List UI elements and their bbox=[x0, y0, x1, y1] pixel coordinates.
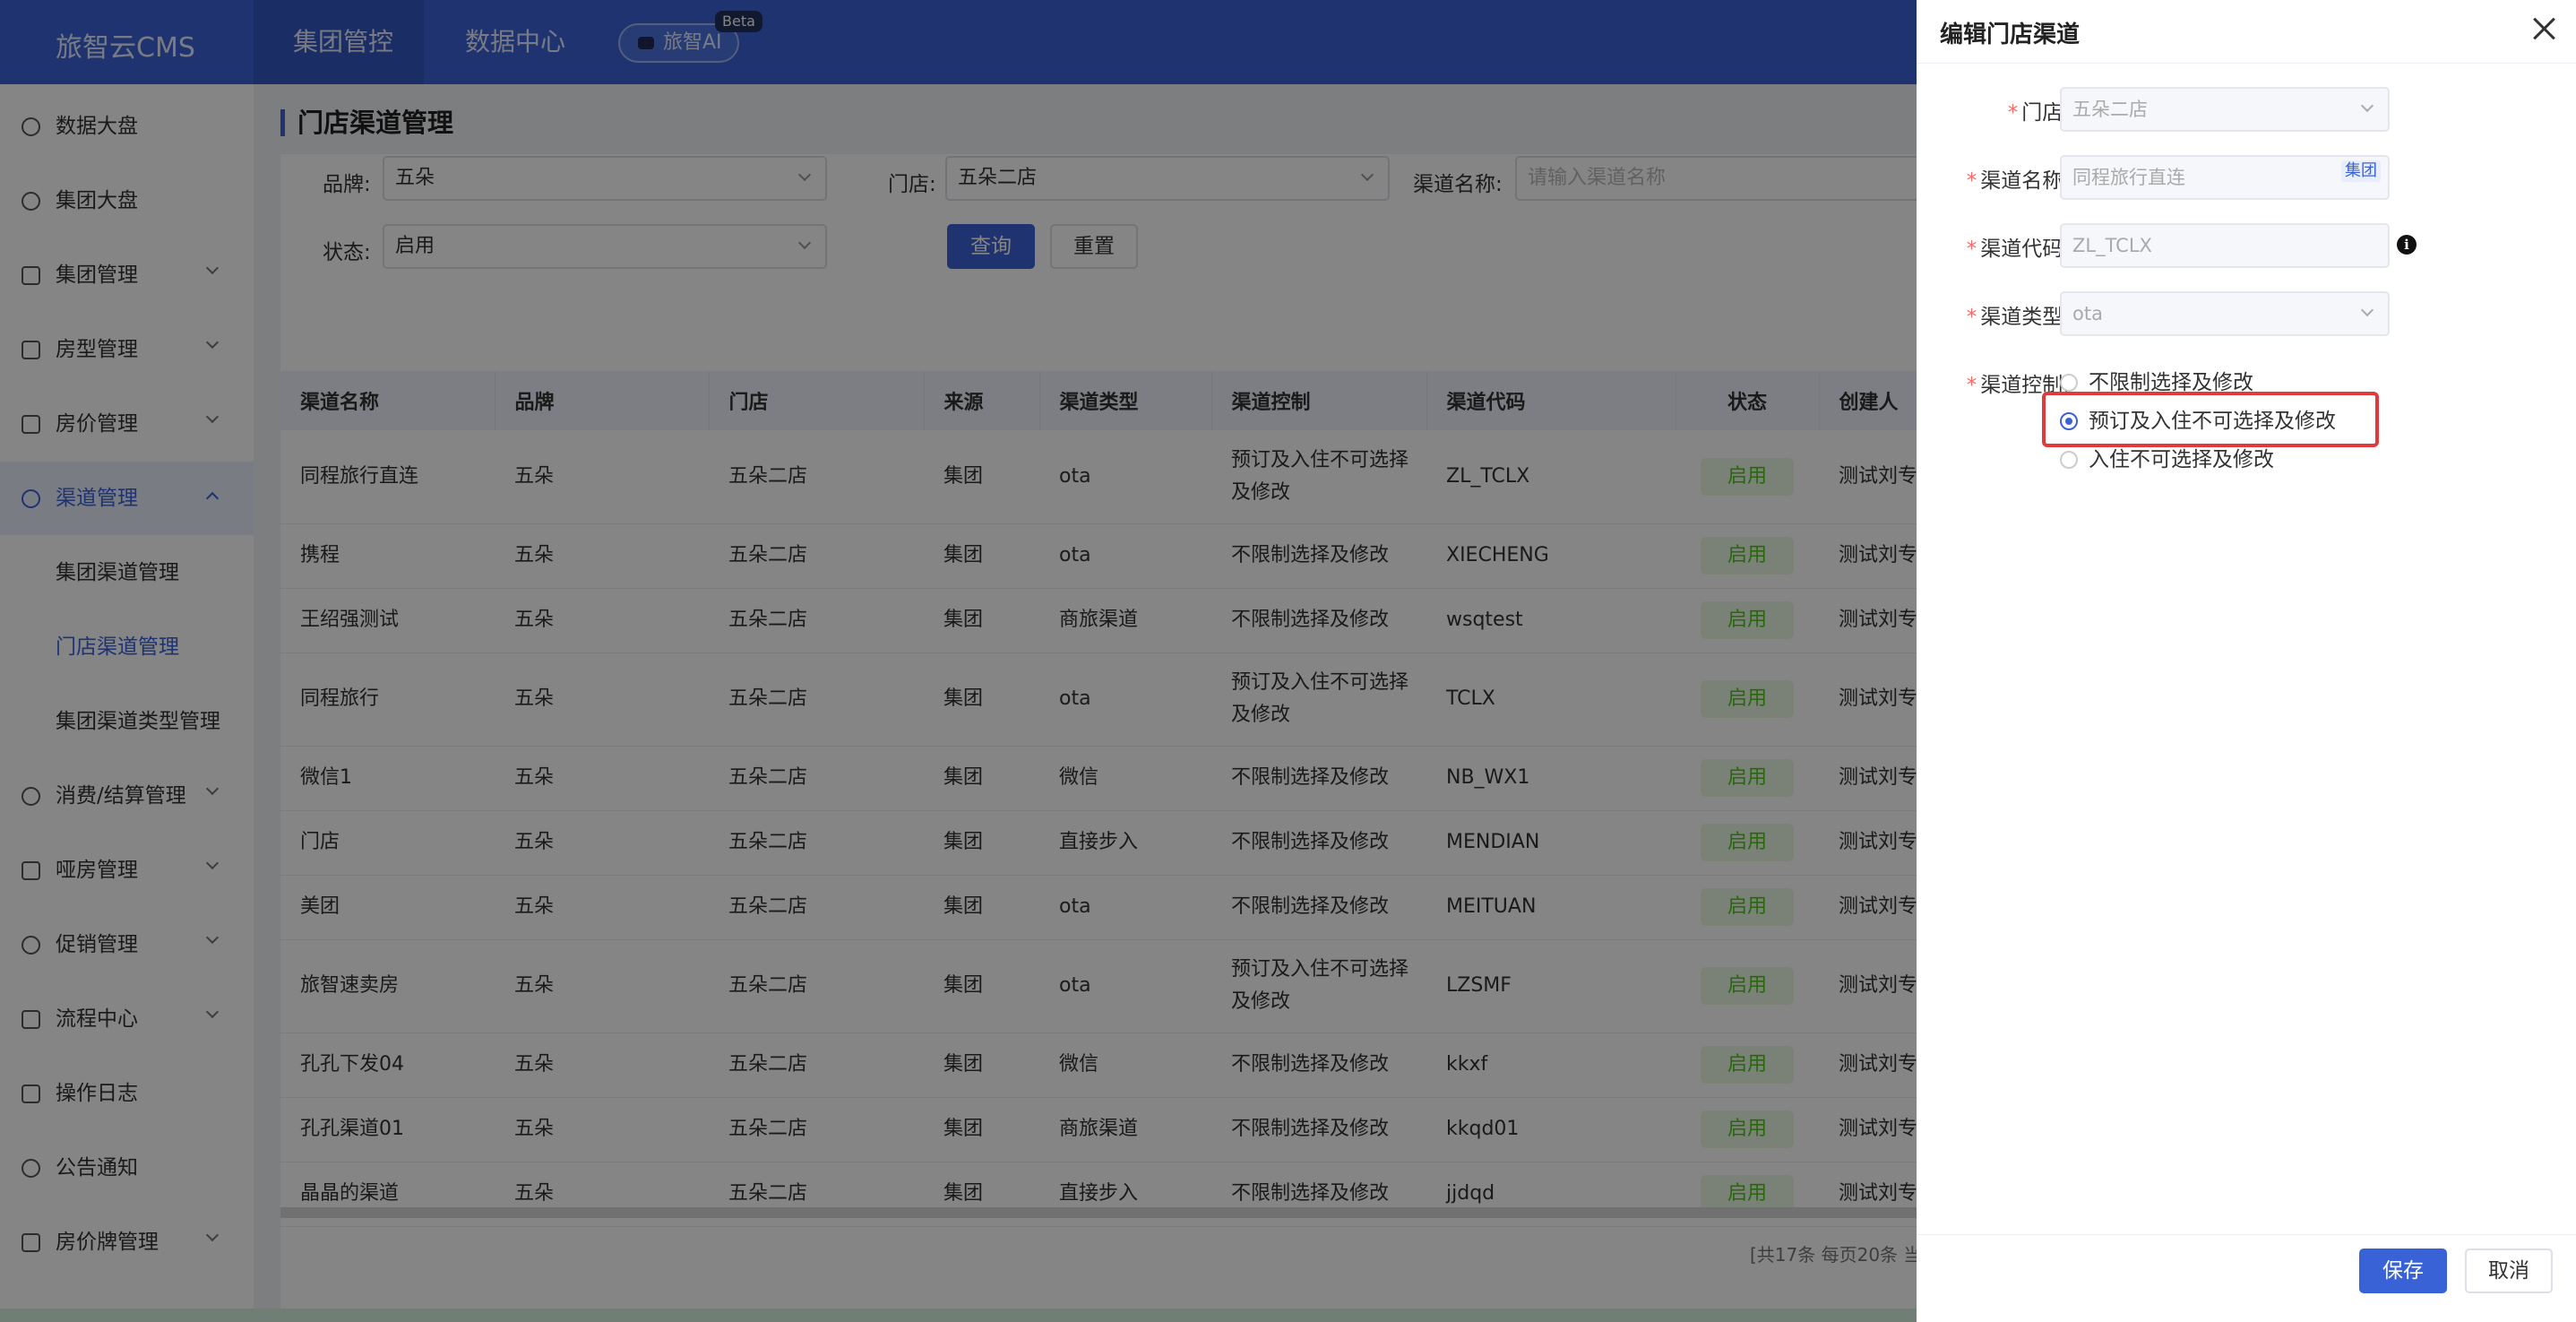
radio-checkin-locked[interactable]: 入住不可选择及修改 bbox=[2060, 445, 2274, 474]
cancel-button[interactable]: 取消 bbox=[2465, 1249, 2553, 1293]
close-icon[interactable] bbox=[2529, 14, 2558, 43]
chevron-down-icon bbox=[2360, 99, 2374, 113]
channel-type-field-label: * 渠道类型: bbox=[1966, 306, 2070, 329]
drawer-title: 编辑门店渠道 bbox=[1940, 22, 2081, 48]
radio-label: 入住不可选择及修改 bbox=[2089, 448, 2274, 471]
edit-store-channel-drawer: 编辑门店渠道 * 门店: 五朵二店 * 渠道名称: 同程旅行直连 集团 * 渠道代码:… bbox=[1917, 0, 2576, 1322]
drawer-footer-divider bbox=[1917, 1234, 2576, 1235]
group-tag: 集团 bbox=[2341, 160, 2381, 182]
store-field-value: 五朵二店 bbox=[2072, 99, 2148, 120]
radio-circle-icon bbox=[2060, 451, 2078, 469]
channel-code-field-input[interactable]: ZL_TCLX bbox=[2060, 223, 2390, 268]
radio-circle-icon bbox=[2060, 374, 2078, 392]
channel-name-field-label: * 渠道名称: bbox=[1966, 169, 2070, 193]
store-field-select[interactable]: 五朵二店 bbox=[2060, 87, 2390, 132]
channel-code-field-label: * 渠道代码: bbox=[1966, 238, 2070, 261]
info-icon[interactable]: i bbox=[2397, 235, 2417, 255]
channel-name-field-input[interactable]: 同程旅行直连 集团 bbox=[2060, 155, 2390, 200]
highlight-box bbox=[2042, 392, 2379, 447]
channel-type-field-select[interactable]: ota bbox=[2060, 291, 2390, 336]
channel-type-value: ota bbox=[2072, 303, 2103, 324]
save-button[interactable]: 保存 bbox=[2359, 1249, 2447, 1293]
drawer-divider bbox=[1917, 63, 2576, 64]
channel-name-placeholder: 同程旅行直连 bbox=[2072, 167, 2185, 188]
chevron-down-icon bbox=[2360, 303, 2374, 317]
